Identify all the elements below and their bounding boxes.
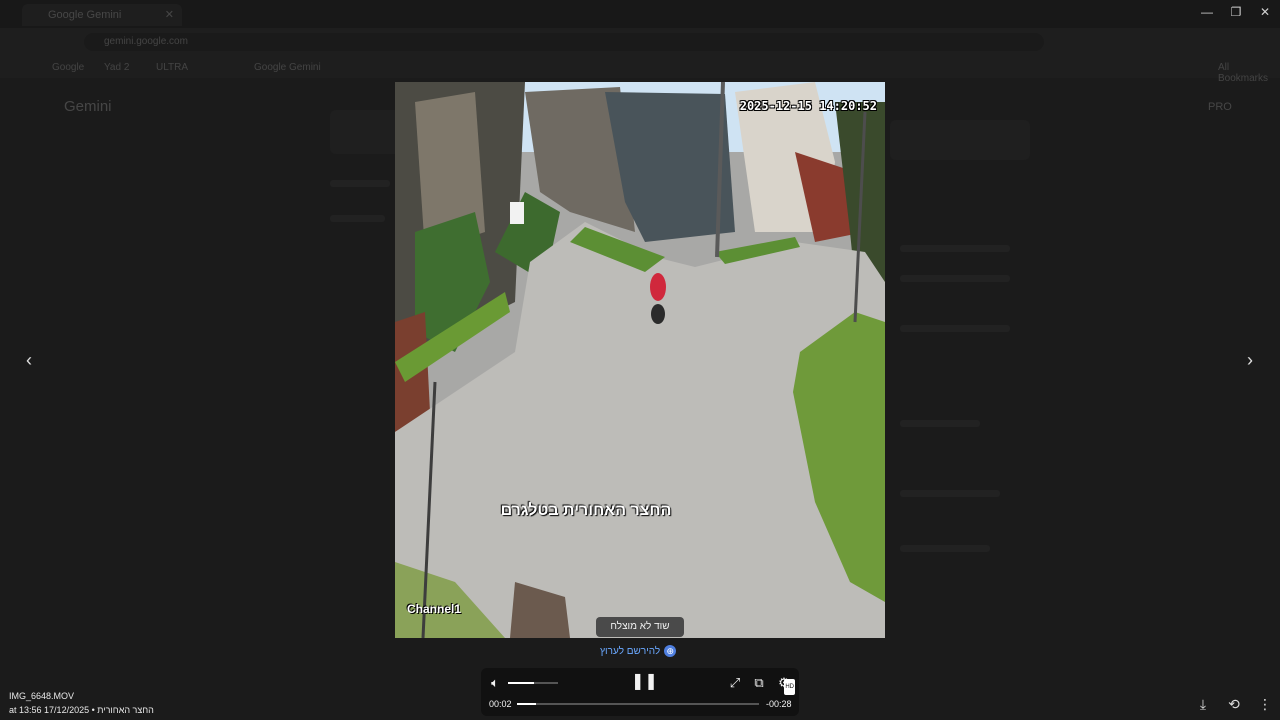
video-frame[interactable]: 2025-12-15 14:20:52 Channel1 החצר האחורי… bbox=[395, 82, 885, 638]
video-timestamp: 2025-12-15 14:20:52 bbox=[739, 99, 877, 113]
tab-strip: Google Gemini ✕ bbox=[0, 0, 1280, 28]
tab-title: Google Gemini bbox=[48, 9, 122, 21]
bookmark-item[interactable]: ULTRA bbox=[156, 62, 188, 73]
plan-badge: PRO bbox=[1208, 101, 1232, 113]
picture-in-picture-icon[interactable]: ⧉ bbox=[751, 675, 767, 691]
seek-progress bbox=[517, 703, 537, 705]
globe-icon: ⊕ bbox=[664, 645, 677, 657]
rotate-icon[interactable]: ⟲ bbox=[1225, 695, 1243, 713]
bookmark-item[interactable]: Yad 2 bbox=[104, 62, 129, 73]
video-channel-label: Channel1 bbox=[407, 602, 462, 616]
sign-in-link[interactable]: ⊕ להירשם לערוץ bbox=[600, 642, 677, 660]
download-icon[interactable]: ⤓ bbox=[1194, 695, 1212, 713]
file-info: IMG_6648.MOV החצר האחורית • 17/12/2025 a… bbox=[9, 689, 154, 717]
text-line bbox=[330, 215, 385, 222]
bookmarks-bar: Google Yad 2 ULTRA Google Gemini All Boo… bbox=[0, 56, 1280, 84]
settings-icon[interactable]: ⚙ HD bbox=[775, 675, 795, 695]
browser-tab[interactable]: Google Gemini ✕ bbox=[22, 4, 182, 26]
tab-close-icon[interactable]: ✕ bbox=[165, 4, 174, 26]
app-title: Gemini bbox=[64, 98, 112, 115]
restore-icon[interactable]: ❐ bbox=[1225, 3, 1247, 21]
all-bookmarks[interactable]: All Bookmarks bbox=[1218, 62, 1280, 84]
bookmark-item[interactable]: Google bbox=[52, 62, 84, 73]
text-line bbox=[330, 180, 390, 187]
pause-icon[interactable]: ❚❚ bbox=[631, 674, 658, 690]
fullscreen-icon[interactable]: ⤢ bbox=[727, 675, 743, 691]
address-bar[interactable]: gemini.google.com bbox=[84, 33, 1044, 51]
current-time: 00:02 bbox=[489, 699, 512, 709]
browser-toolbar bbox=[0, 28, 1280, 56]
bookmark-item[interactable]: Google Gemini bbox=[254, 62, 321, 73]
text-line bbox=[900, 545, 990, 552]
sign-in-label[interactable]: להירשם לערוץ bbox=[600, 646, 660, 657]
text-line bbox=[900, 490, 1000, 497]
more-options-icon[interactable]: ⋮ bbox=[1256, 695, 1274, 713]
file-name: IMG_6648.MOV bbox=[9, 691, 75, 701]
text-line bbox=[900, 325, 1010, 332]
file-meta: החצר האחורית • 17/12/2025 at 13:56 bbox=[9, 705, 154, 715]
close-icon[interactable]: ✕ bbox=[1254, 3, 1276, 21]
video-scene bbox=[395, 82, 885, 638]
text-line bbox=[900, 420, 980, 427]
video-tooltip: שוד לא מוצלח bbox=[596, 617, 684, 637]
text-line bbox=[900, 275, 1010, 282]
seek-bar[interactable] bbox=[517, 703, 759, 705]
text-line bbox=[900, 245, 1010, 252]
volume-icon[interactable]: 🔈︎ bbox=[487, 675, 503, 691]
minimize-icon[interactable]: — bbox=[1196, 3, 1218, 21]
player-controls: 🔈︎ ❚❚ ⤢ ⧉ ⚙ HD 00:02 -00:28 bbox=[481, 668, 799, 716]
previous-arrow-icon[interactable]: ‹ bbox=[17, 348, 41, 372]
hd-badge: HD bbox=[784, 679, 795, 695]
volume-slider[interactable] bbox=[508, 682, 558, 684]
chat-message bbox=[890, 120, 1030, 160]
remaining-time: -00:28 bbox=[766, 699, 792, 709]
volume-fill bbox=[508, 682, 534, 684]
video-caption: החצר האחורית בטלגרם bbox=[500, 502, 672, 519]
next-arrow-icon[interactable]: › bbox=[1238, 348, 1262, 372]
